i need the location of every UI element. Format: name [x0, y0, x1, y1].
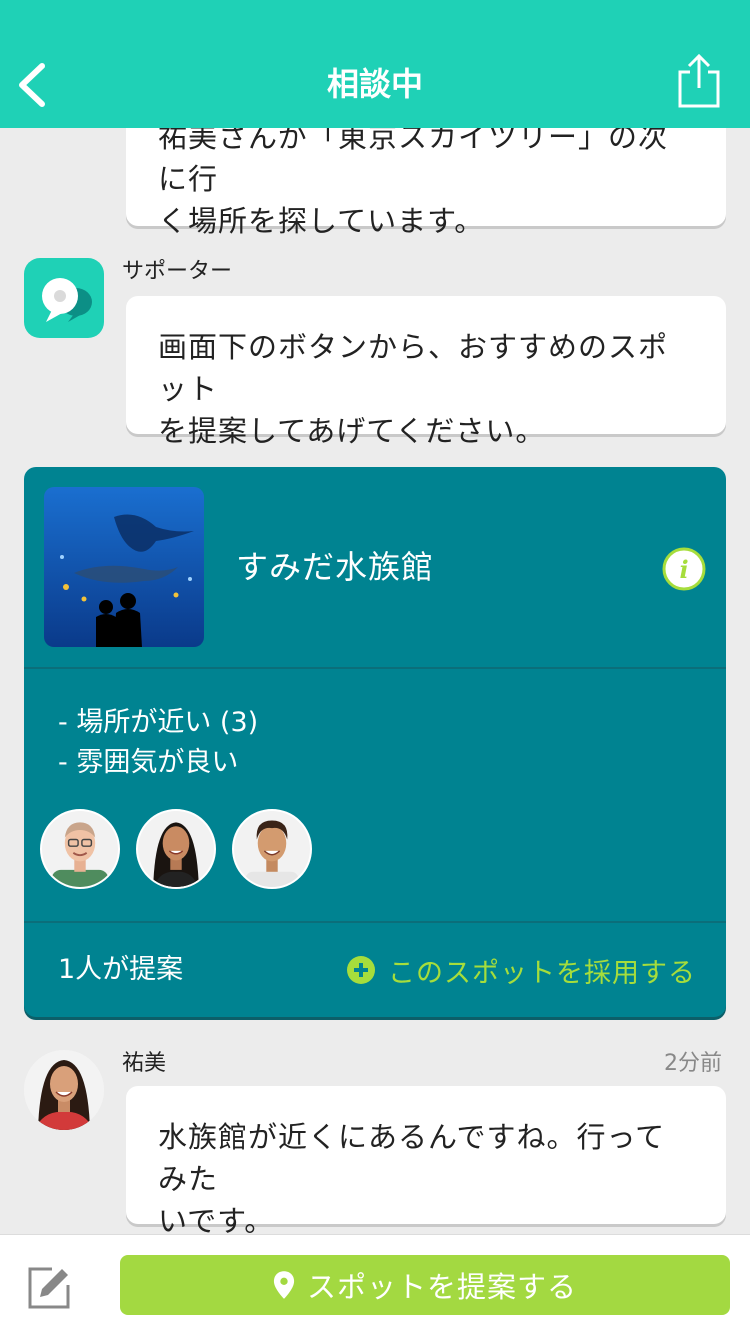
- message-bubble: 水族館が近くにあるんですね。行ってみた いです。: [126, 1086, 726, 1238]
- message-text-line: 祐美さんが「東京スカイツリー」の次に行: [158, 120, 669, 196]
- message-text-line: を提案してあげてください。: [158, 414, 546, 448]
- compose-icon[interactable]: [26, 1263, 74, 1311]
- reasons-list: - 場所が近い (3) - 雰囲気が良い: [58, 703, 258, 783]
- spot-card[interactable]: すみだ水族館 i - 場所が近い (3) - 雰囲気が良い 1人が提案 このスポ…: [24, 467, 726, 1017]
- share-icon[interactable]: [676, 52, 722, 110]
- supporter-avatar: [24, 258, 104, 338]
- nav-header: 相談中: [0, 0, 750, 128]
- spot-name: すみだ水族館: [236, 548, 435, 586]
- bottom-bar: スポットを提案する: [0, 1234, 750, 1334]
- proposal-count: 1人が提案: [58, 954, 184, 985]
- avatar[interactable]: [40, 809, 120, 889]
- message-time: 2分前: [664, 1051, 722, 1076]
- info-icon[interactable]: i: [662, 547, 706, 591]
- message-text-line: 水族館が近くにあるんですね。行ってみた: [158, 1120, 666, 1196]
- propose-spot-label: スポットを提案する: [306, 1270, 577, 1304]
- reason-item: - 場所が近い (3): [58, 707, 259, 738]
- chat-bubbles-icon: [42, 278, 92, 322]
- message-bubble: 画面下のボタンから、おすすめのスポット を提案してあげてください。: [126, 296, 726, 448]
- adopt-spot-label: このスポットを採用する: [388, 957, 696, 989]
- user-avatar: [24, 1050, 104, 1130]
- propose-spot-button[interactable]: スポットを提案する: [120, 1255, 730, 1315]
- page-title: 相談中: [326, 65, 423, 103]
- plus-circle-icon: [347, 956, 375, 984]
- sender-name: 祐美: [122, 1051, 167, 1076]
- adopt-spot-button[interactable]: このスポットを採用する: [346, 953, 696, 989]
- avatar[interactable]: [232, 809, 312, 889]
- map-pin-icon: [273, 1271, 295, 1299]
- message-text-line: く場所を探しています。: [158, 204, 485, 238]
- supporter-avatars: [40, 809, 312, 889]
- svg-text:i: i: [679, 555, 688, 584]
- avatar[interactable]: [136, 809, 216, 889]
- message-text-line: 画面下のボタンから、おすすめのスポット: [158, 330, 669, 406]
- reason-item: - 雰囲気が良い: [58, 747, 239, 778]
- spot-thumbnail: [44, 487, 204, 647]
- divider: [24, 667, 726, 669]
- sender-name: サポーター: [122, 259, 233, 284]
- divider: [24, 921, 726, 923]
